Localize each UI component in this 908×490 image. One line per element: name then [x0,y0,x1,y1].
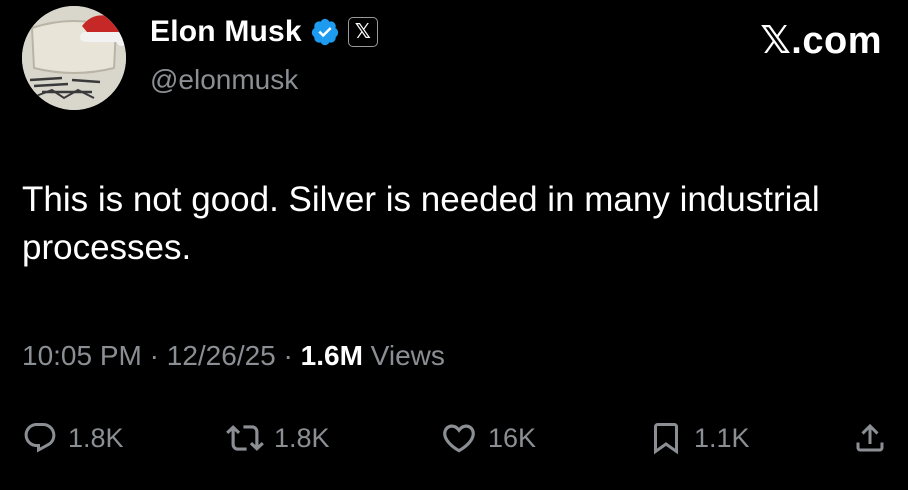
bookmark-count: 1.1K [694,422,750,453]
repost-icon [226,425,264,451]
heart-icon [443,424,475,453]
meta-separator: · [149,340,159,371]
share-icon [856,423,884,452]
reply-button[interactable]: 1.8K [22,416,124,460]
like-button[interactable]: 16K [440,416,536,460]
x-com-watermark: 𝕏.com [760,20,882,62]
share-button[interactable] [852,416,888,460]
display-name[interactable]: Elon Musk [150,15,302,49]
views-count: 1.6M [300,340,363,371]
handle[interactable]: @elonmusk [150,64,298,96]
repost-button[interactable]: 1.8K [226,416,330,460]
bookmark-icon [654,423,678,455]
tweet-date[interactable]: 12/26/25 [167,340,276,371]
author-name-row: Elon Musk 𝕏 [150,12,378,52]
tweet-text: This is not good. Silver is needed in ma… [22,180,820,267]
meta-separator: · [283,340,293,371]
x-logo-icon: 𝕏 [354,21,371,43]
x-affiliate-badge: 𝕏 [347,17,378,47]
avatar[interactable] [22,6,126,110]
bookmark-button[interactable]: 1.1K [648,416,750,460]
verified-badge-icon [311,18,338,46]
reply-icon [24,423,56,453]
tweet-meta: 10:05 PM · 12/26/25 · 1.6M Views [22,340,445,372]
repost-count: 1.8K [274,422,330,453]
like-count: 16K [488,422,537,453]
reply-count: 1.8K [68,422,124,453]
views-label: Views [370,340,445,371]
tweet-time[interactable]: 10:05 PM [22,340,142,371]
tweet-card: Elon Musk 𝕏 @elonmusk 𝕏.com This is not … [0,0,908,490]
avatar-image [22,6,126,110]
